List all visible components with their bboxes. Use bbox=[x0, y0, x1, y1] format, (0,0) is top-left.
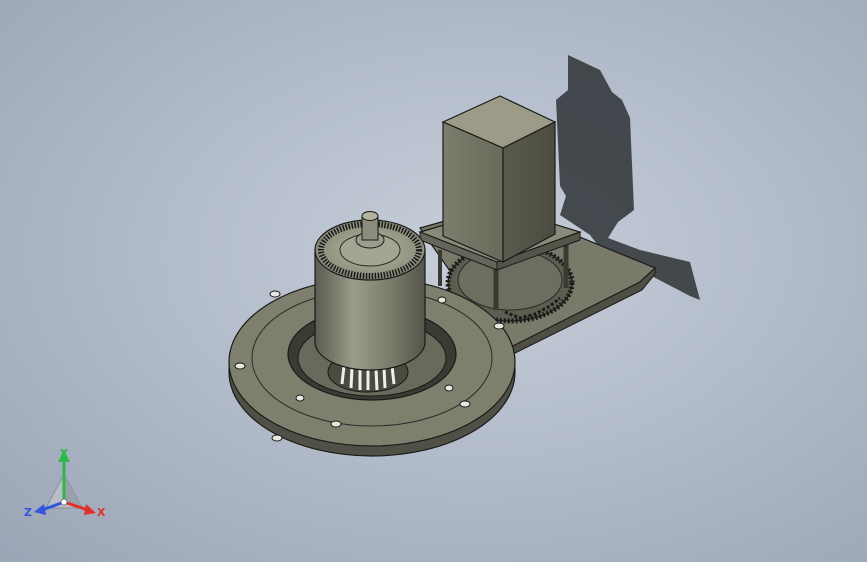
cad-viewport[interactable]: Y X Z bbox=[0, 0, 867, 562]
coordinate-triad: Y X Z bbox=[24, 447, 106, 519]
stepper-motor-box[interactable] bbox=[441, 95, 557, 264]
y-axis-label: Y bbox=[59, 447, 69, 460]
cad-model-view[interactable] bbox=[0, 0, 867, 562]
x-arrow-icon bbox=[84, 504, 96, 515]
z-arrow-icon bbox=[34, 504, 46, 515]
z-axis-label: Z bbox=[24, 506, 32, 519]
x-axis-label: X bbox=[97, 506, 106, 519]
slip-ring-cylinder[interactable] bbox=[314, 211, 426, 371]
